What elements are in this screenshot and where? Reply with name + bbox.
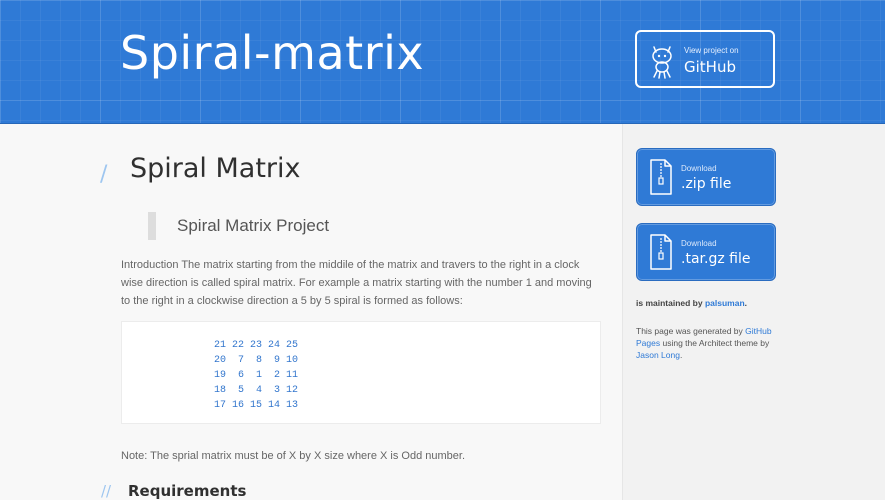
subheading-decoration: // <box>101 482 112 500</box>
author-link[interactable]: Jason Long <box>636 350 680 360</box>
zip-download-label: .zip file <box>681 176 732 192</box>
site-header: Spiral-matrix View project on GitHub <box>0 0 885 124</box>
tar-download-caption: Download <box>681 239 717 248</box>
view-on-github-button[interactable]: View project on GitHub <box>635 30 775 88</box>
tar-file-icon <box>650 234 672 270</box>
main-content <box>0 124 622 500</box>
requirements-heading: Requirements <box>128 482 247 500</box>
download-zip-button[interactable]: Download .zip file <box>636 148 776 206</box>
download-tar-button[interactable]: Download .tar.gz file <box>636 223 776 281</box>
zip-file-icon <box>650 159 672 195</box>
maintainer-prefix: is maintained by <box>636 298 705 308</box>
maintainer-text: is maintained by palsuman. <box>636 298 747 308</box>
generator-credit: This page was generated by GitHub Pages … <box>636 325 781 361</box>
octocat-icon <box>652 46 672 79</box>
maintainer-suffix: . <box>744 298 748 308</box>
note-paragraph: Note: The sprial matrix must be of X by … <box>121 450 465 462</box>
intro-paragraph: Introduction The matrix starting from th… <box>121 259 592 307</box>
generator-suffix: . <box>679 350 683 360</box>
github-button-label: GitHub <box>684 58 736 76</box>
heading-decoration: / <box>100 162 108 187</box>
zip-download-caption: Download <box>681 164 717 173</box>
page-heading: Spiral Matrix <box>130 153 301 184</box>
code-block: 21 22 23 24 25 20 7 8 9 10 19 6 1 2 11 1… <box>121 321 601 424</box>
generator-middle: using the Architect theme by <box>660 338 770 348</box>
tar-download-label: .tar.gz file <box>681 251 751 267</box>
blockquote-bar <box>148 212 156 240</box>
github-button-caption: View project on <box>684 46 739 55</box>
generator-prefix: This page was generated by <box>636 326 746 336</box>
blockquote-text: Spiral Matrix Project <box>177 216 330 235</box>
maintainer-link[interactable]: palsuman <box>705 298 745 308</box>
site-title[interactable]: Spiral-matrix <box>120 26 424 80</box>
